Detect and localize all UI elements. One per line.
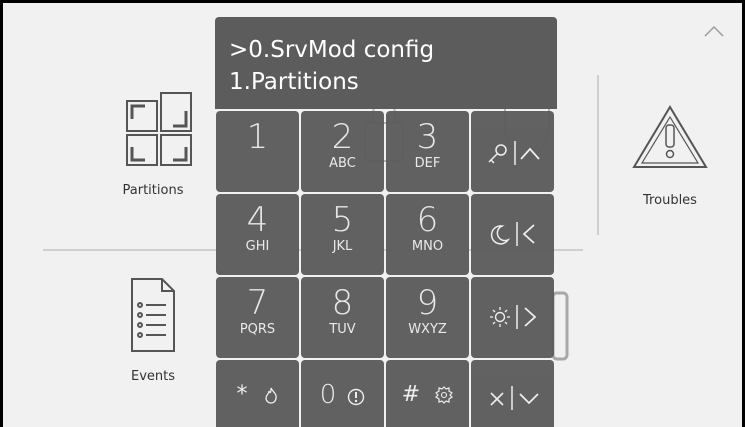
tile-events[interactable]: Events <box>98 275 208 384</box>
key-9[interactable]: 9 WXYZ <box>386 277 469 358</box>
tile-label-troubles: Troubles <box>643 193 697 208</box>
chevron-up-icon[interactable] <box>704 25 724 37</box>
keypad-display: >0.SrvMod config 1.Partitions <box>215 17 557 109</box>
sun-right-icon <box>489 305 536 329</box>
moon-left-icon <box>490 222 535 246</box>
tile-label-events: Events <box>130 369 175 384</box>
document-icon <box>131 278 175 352</box>
alarm-panel-screen: Partitions Troubles Events >0.SrvMod con… <box>0 0 745 427</box>
key-fn-right[interactable] <box>471 277 554 358</box>
key-4[interactable]: 4 GHI <box>216 194 299 275</box>
display-line-2: 1.Partitions <box>229 69 359 95</box>
key-fn-left[interactable] <box>471 194 554 275</box>
key-5[interactable]: 5 JKL <box>301 194 384 275</box>
keypad-overlay: >0.SrvMod config 1.Partitions 1 2 ABC 3 … <box>215 17 557 427</box>
key-up-icon <box>487 141 540 165</box>
top-border <box>0 0 745 3</box>
key-8[interactable]: 8 TUV <box>301 277 384 358</box>
key-0[interactable]: 0 <box>301 360 384 427</box>
key-fn-up[interactable] <box>471 111 554 192</box>
warning-triangle-icon <box>632 105 708 168</box>
key-3[interactable]: 3 DEF <box>386 111 469 192</box>
tile-partitions[interactable]: Partitions <box>98 91 208 198</box>
fire-icon <box>264 387 277 404</box>
divider-vertical <box>597 75 599 235</box>
key-2[interactable]: 2 ABC <box>301 111 384 192</box>
key-1[interactable]: 1 <box>216 111 299 192</box>
alert-circle-icon <box>348 388 365 406</box>
tile-troubles[interactable]: Troubles <box>615 103 725 208</box>
cancel-down-icon <box>489 386 539 410</box>
partitions-icon <box>126 92 192 166</box>
key-6[interactable]: 6 MNO <box>386 194 469 275</box>
tile-label-partitions: Partitions <box>122 183 184 198</box>
display-line-1: >0.SrvMod config <box>229 37 435 63</box>
key-7[interactable]: 7 PQRS <box>216 277 299 358</box>
key-fn-down[interactable] <box>471 360 554 427</box>
key-hash[interactable]: # <box>386 360 469 427</box>
key-star[interactable]: * <box>216 360 299 427</box>
police-badge-icon <box>435 386 454 404</box>
